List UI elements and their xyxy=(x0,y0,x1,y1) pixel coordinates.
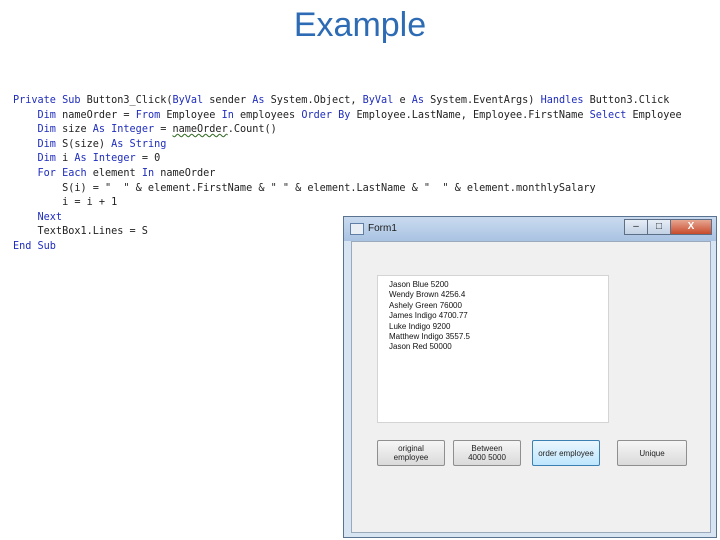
textbox-line: Matthew Indigo 3557.5 xyxy=(389,332,470,342)
between-button[interactable]: Between 4000 5000 xyxy=(453,440,521,466)
code-keyword: Dim xyxy=(13,138,63,150)
code-line: Dim S(size) As String xyxy=(13,138,682,153)
code-token: TextBox1.Lines = S xyxy=(13,226,148,238)
app-icon xyxy=(350,223,364,235)
textbox-line: Luke Indigo 9200 xyxy=(389,321,451,331)
code-token: size xyxy=(62,124,93,136)
window-titlebar[interactable]: Form1 – □ X xyxy=(344,217,716,241)
code-token: Employee xyxy=(632,109,682,121)
textbox-line: Wendy Brown 4256.4 xyxy=(389,290,466,300)
code-token: S(i) = " " & element.FirstName & " " & e… xyxy=(13,182,596,194)
code-token: Button3.Click xyxy=(589,95,670,106)
code-line: For Each element In nameOrder xyxy=(13,167,682,182)
textbox-line: Jason Blue 5200 xyxy=(389,280,449,289)
code-token: element xyxy=(92,167,142,179)
code-token: = xyxy=(160,124,173,136)
code-line: i = i + 1 xyxy=(13,196,682,211)
code-keyword: Dim xyxy=(13,153,63,165)
textbox-line: James Indigo 4700.77 xyxy=(389,311,468,321)
code-keyword: Dim xyxy=(13,124,63,136)
code-keyword: In xyxy=(141,167,161,179)
form-window: Form1 – □ X Jason Blue 5200 Wendy Brown … xyxy=(343,216,717,538)
code-token: nameOrder = xyxy=(62,109,136,121)
code-keyword: Private Sub xyxy=(13,95,87,106)
maximize-button[interactable]: □ xyxy=(647,219,671,235)
code-keyword: ByVal xyxy=(362,95,400,106)
code-token: nameOrder xyxy=(160,167,216,179)
code-keyword: Next xyxy=(13,211,63,223)
close-button[interactable]: X xyxy=(670,219,712,235)
code-token: .Count() xyxy=(227,124,277,136)
code-token: sender xyxy=(209,95,253,106)
code-token: System.Object, xyxy=(270,95,363,106)
code-token: nameOrder xyxy=(172,124,228,136)
code-keyword: In xyxy=(221,109,240,121)
code-token: Employee.LastName, Employee.FirstName xyxy=(356,109,590,121)
code-keyword: As Integer xyxy=(92,124,161,136)
code-keyword: For Each xyxy=(13,167,93,179)
order-employee-button[interactable]: order employee xyxy=(532,440,600,466)
window-controls: – □ X xyxy=(624,219,712,235)
code-line: Dim size As Integer = nameOrder.Count() xyxy=(13,123,682,138)
textbox-line: Jason Red 50000 xyxy=(389,342,452,352)
code-line: Dim nameOrder = From Employee In employe… xyxy=(13,109,682,124)
code-keyword: Handles xyxy=(540,95,590,106)
original-employee-button[interactable]: original employee xyxy=(377,440,445,466)
code-keyword: From xyxy=(135,109,167,121)
window-title: Form1 xyxy=(368,223,397,234)
code-token: = 0 xyxy=(141,153,161,165)
code-line: Dim i As Integer = 0 xyxy=(13,152,682,167)
textbox-line: Ashely Green 76000 xyxy=(389,300,462,310)
code-token: Button3_Click( xyxy=(86,95,173,106)
code-line: S(i) = " " & element.FirstName & " " & e… xyxy=(13,182,682,197)
code-token: e xyxy=(399,95,412,106)
code-keyword: As xyxy=(252,95,271,106)
code-token: i xyxy=(62,153,75,165)
form-client-area: Jason Blue 5200 Wendy Brown 4256.4 Ashel… xyxy=(351,241,711,533)
code-keyword: As xyxy=(411,95,431,106)
code-keyword: Order By xyxy=(301,109,357,121)
code-keyword: Select xyxy=(589,109,633,121)
slide-title: Example xyxy=(293,6,427,44)
minimize-button[interactable]: – xyxy=(624,219,648,235)
code-keyword: As Integer xyxy=(74,153,142,165)
output-textbox[interactable]: Jason Blue 5200 Wendy Brown 4256.4 Ashel… xyxy=(377,275,609,423)
code-token: i = i + 1 xyxy=(13,197,118,209)
code-token: employees xyxy=(239,109,302,121)
code-token: System.EventArgs) xyxy=(430,95,541,106)
code-token: Employee xyxy=(166,109,222,121)
unique-button[interactable]: Unique xyxy=(617,440,687,466)
code-keyword: As String xyxy=(111,138,167,150)
code-keyword: ByVal xyxy=(172,95,210,106)
code-keyword: Dim xyxy=(13,109,63,121)
code-token: S(size) xyxy=(62,138,112,150)
code-keyword: End Sub xyxy=(13,240,56,252)
code-line: Private Sub Button3_Click(ByVal sender A… xyxy=(13,94,682,109)
